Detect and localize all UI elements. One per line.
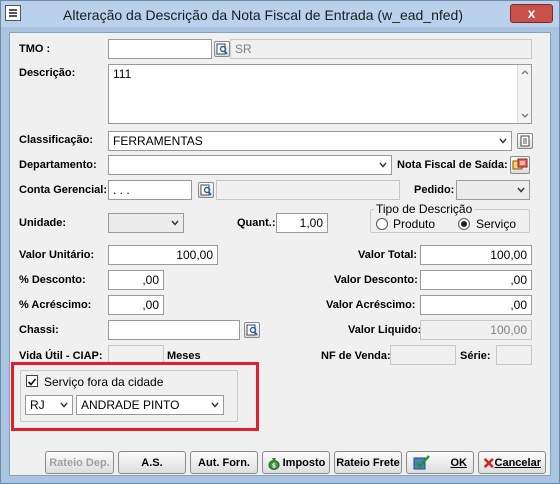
conta-gerencial-input[interactable]: . . . [108, 180, 192, 200]
valor-acrescimo-label: Valor Acréscimo: [326, 299, 416, 311]
cancel-x-icon [483, 457, 494, 468]
classificacao-value: FERRAMENTAS [113, 134, 203, 148]
descricao-label: Descrição: [19, 67, 76, 79]
valor-desconto-input[interactable]: ,00 [420, 270, 532, 290]
close-button[interactable]: x [510, 4, 553, 23]
quant-label: Quant.: [237, 217, 276, 229]
aut-forn-label: Aut. Forn. [198, 456, 250, 469]
tmo-lookup-button[interactable] [214, 41, 230, 57]
valor-liquido-label: Valor Liquido: [348, 324, 422, 336]
uf-value: RJ [30, 398, 45, 412]
invoice-icon [512, 158, 528, 170]
rateio-dep-button[interactable]: Rateio Dep. [45, 451, 114, 474]
tipo-servico-radio[interactable] [458, 218, 470, 230]
valor-desconto-label: Valor Desconto: [334, 274, 418, 286]
window-title: Alteração da Descrição da Nota Fiscal de… [63, 7, 463, 23]
unidade-label: Unidade: [19, 217, 67, 229]
conta-description [216, 180, 400, 200]
classificacao-select[interactable]: FERRAMENTAS [108, 131, 512, 151]
nf-saida-label: Nota Fiscal de Saída: [397, 159, 508, 171]
acrescimo-label: % Acréscimo: [19, 299, 92, 311]
unidade-select[interactable] [108, 213, 184, 233]
chassi-input[interactable] [108, 320, 240, 340]
cancelar-label: Cancelar [494, 456, 541, 469]
descricao-textarea[interactable]: 111 [108, 64, 532, 124]
chevron-down-icon [499, 138, 507, 144]
ok-label: OK [450, 456, 468, 469]
descricao-scrollbar[interactable] [517, 65, 531, 123]
tipo-produto-label[interactable]: Produto [393, 217, 435, 231]
svg-text:$: $ [272, 462, 276, 469]
rateio-frete-button[interactable]: Rateio Frete [334, 451, 402, 474]
tmo-description: SR [230, 39, 532, 59]
chevron-down-icon [171, 220, 179, 226]
desconto-label: % Desconto: [19, 274, 86, 286]
conta-gerencial-label: Conta Gerencial: [19, 184, 108, 196]
tmo-label: TMO : [19, 43, 51, 55]
chassi-lookup-button[interactable] [244, 322, 260, 338]
valor-total-input[interactable]: 100,00 [420, 245, 532, 265]
conta-lookup-button[interactable] [198, 182, 214, 198]
descricao-text: 111 [113, 67, 132, 81]
cidade-select[interactable]: ANDRADE PINTO [76, 395, 224, 415]
ok-check-icon [413, 454, 430, 469]
quant-input[interactable]: 1,00 [276, 213, 328, 233]
departamento-label: Departamento: [19, 159, 97, 171]
lookup-icon [200, 184, 212, 196]
chevron-down-icon [517, 187, 525, 193]
vida-util-label: Vida Útil - CIAP: [19, 350, 103, 362]
imposto-label: Imposto [282, 456, 326, 469]
uf-select[interactable]: RJ [25, 395, 73, 415]
chevron-down-icon [211, 402, 219, 408]
form-body: TMO : SR Descrição: 111 Classificação: F… [9, 32, 551, 476]
tipo-produto-radio[interactable] [376, 218, 388, 230]
window: Alteração da Descrição da Nota Fiscal de… [0, 0, 560, 484]
serie-input [496, 345, 532, 365]
lookup-icon [246, 324, 258, 336]
cidade-value: ANDRADE PINTO [81, 398, 180, 412]
title-bar: Alteração da Descrição da Nota Fiscal de… [1, 1, 559, 27]
classificacao-label: Classificação: [19, 134, 93, 146]
pedido-label: Pedido: [414, 184, 455, 196]
meses-label: Meses [167, 350, 201, 362]
aut-forn-button[interactable]: Aut. Forn. [190, 451, 258, 474]
servico-fora-label[interactable]: Serviço fora da cidade [44, 375, 163, 389]
serie-label: Série: [460, 350, 491, 362]
valor-unitario-label: Valor Unitário: [19, 249, 95, 261]
imposto-button[interactable]: $ Imposto [262, 451, 330, 474]
rateio-frete-label: Rateio Frete [336, 456, 400, 469]
chevron-down-icon [379, 162, 387, 168]
nf-venda-input [390, 345, 456, 365]
valor-acrescimo-input[interactable]: ,00 [420, 295, 532, 315]
tipo-descricao-label: Tipo de Descrição [374, 202, 475, 216]
valor-liquido-input: 100,00 [420, 320, 532, 340]
valor-total-label: Valor Total: [358, 249, 418, 261]
classificacao-doc-button[interactable] [517, 133, 533, 149]
lookup-icon [216, 43, 228, 55]
pedido-select[interactable] [456, 180, 530, 200]
ok-button[interactable]: OK [406, 451, 474, 474]
chassi-label: Chassi: [19, 324, 59, 336]
acrescimo-input[interactable]: ,00 [108, 295, 164, 315]
rateio-dep-label: Rateio Dep. [49, 456, 110, 469]
money-bag-icon: $ [268, 457, 280, 470]
servico-fora-checkbox[interactable] [26, 375, 38, 387]
nf-venda-label: NF de Venda: [321, 350, 391, 362]
document-icon [520, 135, 530, 147]
departamento-select[interactable] [108, 155, 392, 175]
checkmark-icon [27, 378, 37, 386]
valor-unitario-input[interactable]: 100,00 [108, 245, 218, 265]
tipo-servico-label[interactable]: Serviço [476, 217, 516, 231]
as-button[interactable]: A.S. [118, 451, 186, 474]
chevron-down-icon [60, 402, 68, 408]
desconto-input[interactable]: ,00 [108, 270, 164, 290]
cancelar-button[interactable]: Cancelar [478, 451, 546, 474]
nf-saida-button[interactable] [510, 156, 530, 174]
as-label: A.S. [141, 456, 163, 469]
tmo-input[interactable] [108, 39, 212, 59]
